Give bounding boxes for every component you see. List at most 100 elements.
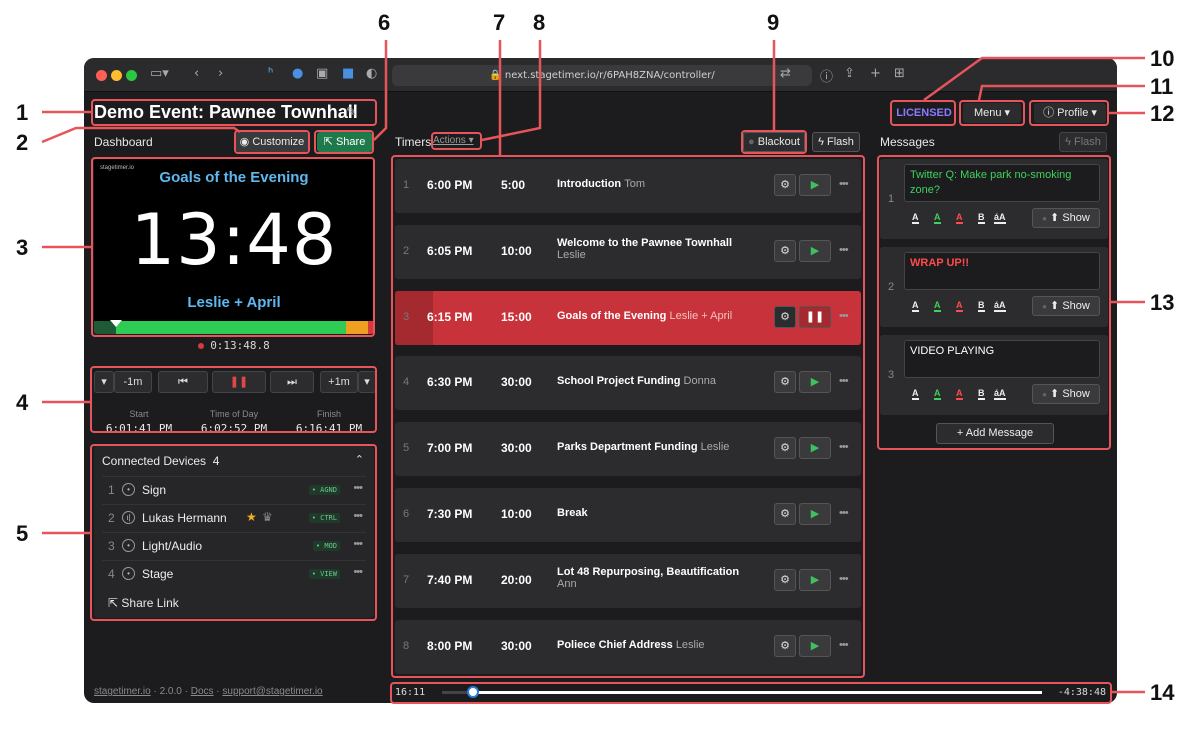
message-text-input[interactable]: WRAP UP!! [904,252,1100,290]
back-icon[interactable]: ‹ [194,66,199,81]
profile-button[interactable]: ⓘ Profile ▾ [1034,103,1106,123]
footer-docs-link[interactable]: Docs [191,686,214,697]
format-green-icon[interactable]: A [934,388,941,400]
timer-row[interactable]: 4 6:30 PM 30:00 School Project Funding Donn… [395,356,861,411]
gear-icon[interactable]: ⚙ [774,634,796,657]
add-message-button[interactable]: + Add Message [936,423,1054,444]
device-row[interactable]: 1 • Sign • AGND ••• [102,476,366,502]
timer-title-block[interactable]: Parks Department Funding Leslie [557,441,767,453]
timer-row[interactable]: 7 7:40 PM 20:00 Lot 48 Repurposing, Beautif… [395,553,861,608]
format-case-icon[interactable]: áA [994,212,1006,224]
translate-icon[interactable]: ⇄ [780,66,791,81]
extension-globe-icon[interactable]: ● [292,66,303,81]
device-row[interactable]: 4 • Stage • VIEW ••• [102,560,366,586]
footer-site-link[interactable]: stagetimer.io [94,686,151,697]
extension-lock-icon[interactable]: ■ [342,66,354,81]
format-red-icon[interactable]: A [956,388,963,400]
play-icon[interactable]: ▶ [799,239,831,262]
message-text-input[interactable]: Twitter Q: Make park no-smoking zone? [904,164,1100,202]
tab-grid-icon[interactable]: ⊞ [894,66,905,81]
play-icon[interactable]: ▶ [799,174,831,196]
previous-button[interactable]: ⏮ [158,371,208,393]
more-options-icon[interactable]: ••• [353,566,363,578]
messages-flash-button[interactable]: ϟ Flash [1059,132,1107,152]
timer-start-time[interactable]: 6:00 PM [427,178,472,192]
share-browser-icon[interactable]: ⇪ [844,66,855,81]
gear-icon[interactable]: ⚙ [774,371,796,394]
footer-support-link[interactable]: support@stagetimer.io [222,686,322,697]
show-message-button[interactable]: ● ⬆ Show [1032,208,1100,228]
format-red-icon[interactable]: A [956,212,963,224]
timer-title-block[interactable]: Welcome to the Pawnee Townhall Leslie [557,237,767,261]
timer-start-time[interactable]: 6:30 PM [427,375,472,389]
extension-media-icon[interactable]: ▣ [316,66,328,81]
timer-duration[interactable]: 30:00 [501,639,532,653]
shield-icon[interactable]: ◐ [366,66,377,81]
timer-row[interactable]: 8 8:00 PM 30:00 Poliece Chief Address Lesli… [395,619,861,674]
more-options-icon[interactable]: ••• [839,244,849,256]
timer-title-block[interactable]: Poliece Chief Address Leslie [557,639,767,651]
format-bold-icon[interactable]: B [978,212,985,224]
timeline-scrubber-handle[interactable] [467,686,479,698]
timer-duration[interactable]: 10:00 [501,507,532,521]
more-options-icon[interactable]: ••• [839,507,849,519]
timer-preview[interactable]: stagetimer.io Goals of the Evening 13:48… [94,159,374,334]
timeline[interactable]: 16:11 -4:38:48 [392,685,1110,701]
blackout-button[interactable]: ● Blackout [743,132,805,152]
show-message-button[interactable]: ● ⬆ Show [1032,384,1100,404]
show-message-button[interactable]: ● ⬆ Show [1032,296,1100,316]
format-white-icon[interactable]: A [912,300,919,312]
timer-start-time[interactable]: 6:05 PM [427,244,472,258]
gear-icon[interactable]: ⚙ [774,305,796,328]
menu-button[interactable]: Menu ▾ [963,103,1021,123]
forward-icon[interactable]: › [218,66,223,81]
timer-start-time[interactable]: 7:40 PM [427,573,472,587]
timer-title-block[interactable]: School Project Funding Donna [557,375,767,387]
more-options-icon[interactable]: ••• [839,310,849,322]
gear-icon[interactable]: ⚙ [774,503,796,525]
timer-row[interactable]: 1 6:00 PM 5:00 Introduction Tom ⚙ ▶ ••• [395,159,861,213]
close-window-icon[interactable] [96,70,107,81]
minus-dropdown-button[interactable]: ▾ [94,371,114,393]
format-case-icon[interactable]: áA [994,388,1006,400]
play-icon[interactable]: ▶ [799,503,831,525]
info-icon[interactable]: ⓘ [820,66,833,85]
format-bold-icon[interactable]: B [978,388,985,400]
format-white-icon[interactable]: A [912,388,919,400]
timer-duration[interactable]: 30:00 [501,375,532,389]
timer-duration[interactable]: 10:00 [501,244,532,258]
more-options-icon[interactable]: ••• [353,538,363,550]
crown-icon[interactable]: ♛ [262,510,273,524]
format-green-icon[interactable]: A [934,300,941,312]
play-icon[interactable]: ▶ [799,371,831,394]
timer-title-block[interactable]: Goals of the Evening Leslie + April [557,310,767,322]
sidebar-toggle-icon[interactable]: ▭▾ [150,66,169,81]
more-options-icon[interactable]: ••• [839,639,849,651]
play-icon[interactable]: ▶ [799,437,831,460]
event-title[interactable]: Demo Event: Pawnee Townhall [94,102,358,123]
format-bold-icon[interactable]: B [978,300,985,312]
timer-row[interactable]: 2 6:05 PM 10:00 Welcome to the Pawnee Townh… [395,224,861,279]
share-link-button[interactable]: ⇱ Share Link [108,596,179,610]
more-options-icon[interactable]: ••• [353,482,363,494]
timer-row[interactable]: 5 7:00 PM 30:00 Parks Department Funding Le… [395,422,861,477]
pencil-icon[interactable]: ✎ [346,105,357,120]
timer-start-time[interactable]: 6:15 PM [427,310,472,324]
play-icon[interactable]: ▶ [799,568,831,591]
plus-dropdown-button[interactable]: ▾ [358,371,376,393]
minus-one-minute-button[interactable]: -1m [114,371,152,393]
customize-button[interactable]: ◉ Customize [236,132,308,152]
flash-button[interactable]: ϟ Flash [812,132,860,152]
play-icon[interactable]: ▶ [799,634,831,657]
device-row[interactable]: 2 ı| Lukas Hermann ★ ♛ • CTRL ••• [102,504,366,530]
share-button[interactable]: ⇱ Share [317,132,372,152]
pause-button[interactable]: ❚❚ [212,371,266,393]
timer-title-block[interactable]: Lot 48 Repurposing, Beautification Ann [557,566,767,590]
star-icon[interactable]: ★ [246,510,257,524]
timer-start-time[interactable]: 8:00 PM [427,639,472,653]
timer-row[interactable]: 6 7:30 PM 10:00 Break ⚙ ▶ ••• [395,488,861,542]
timer-duration[interactable]: 15:00 [501,310,532,324]
format-red-icon[interactable]: A [956,300,963,312]
gear-icon[interactable]: ⚙ [774,174,796,196]
maximize-window-icon[interactable] [126,70,137,81]
